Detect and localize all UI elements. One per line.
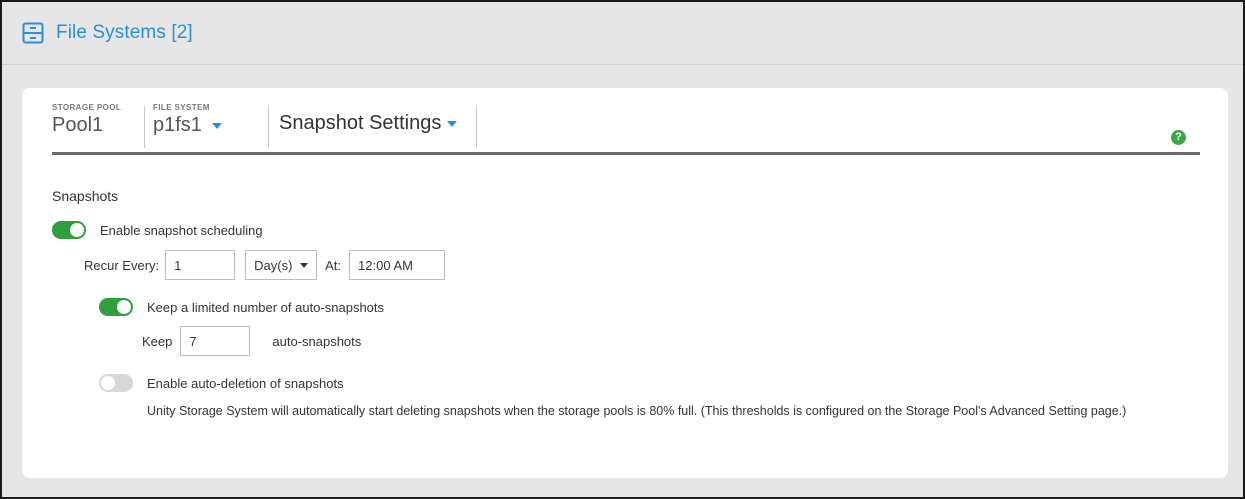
recur-unit-value: Day(s) — [254, 257, 293, 273]
time-value: 12:00 AM — [358, 257, 413, 273]
page-title: File Systems [2] — [56, 22, 193, 43]
recur-every-value: 1 — [174, 257, 182, 273]
help-question-icon[interactable]: ? — [1171, 130, 1186, 145]
app-frame: File Systems [2] STORAGE POOL Pool1 FILE… — [0, 0, 1245, 499]
storage-pool-value: Pool1 — [52, 114, 104, 136]
file-system-value: p1fs1 — [153, 114, 202, 136]
breadcrumb-file-system[interactable]: FILE SYSTEM p1fs1 — [153, 100, 263, 144]
enable-scheduling-label: Enable snapshot scheduling — [100, 222, 263, 238]
keep-limited-toggle[interactable] — [99, 298, 133, 316]
view-selector[interactable]: Snapshot Settings — [279, 100, 489, 144]
enable-scheduling-toggle[interactable] — [52, 221, 86, 239]
toggle-knob — [101, 376, 115, 390]
file-system-icon — [22, 22, 44, 44]
keep-label: Keep — [142, 333, 173, 349]
snapshots-section-title: Snapshots — [52, 188, 119, 204]
breadcrumb-divider — [144, 106, 145, 148]
auto-delete-note: Unity Storage System will automatically … — [147, 404, 1127, 418]
view-dropdown[interactable]: Snapshot Settings — [279, 112, 458, 135]
keep-limited-row: Keep a limited number of auto-snapshots — [99, 298, 384, 316]
auto-delete-row: Enable auto-deletion of snapshots — [99, 374, 344, 392]
chevron-down-icon — [447, 120, 458, 127]
keep-limited-label: Keep a limited number of auto-snapshots — [147, 299, 385, 315]
keep-count-input[interactable]: 7 — [180, 326, 251, 356]
recur-every-input[interactable]: 1 — [165, 250, 236, 280]
recur-unit-select[interactable]: Day(s) — [245, 250, 318, 280]
file-system-dropdown[interactable]: p1fs1 — [153, 114, 222, 137]
toggle-knob — [117, 300, 131, 314]
auto-delete-label: Enable auto-deletion of snapshots — [147, 375, 344, 391]
file-system-caption: FILE SYSTEM — [153, 103, 210, 112]
page-header: File Systems [2] — [2, 2, 1243, 65]
chevron-down-icon — [211, 122, 222, 129]
view-value: Snapshot Settings — [279, 112, 442, 134]
keep-count-row: Keep 7 auto-snapshots — [142, 326, 361, 356]
auto-delete-toggle[interactable] — [99, 374, 133, 392]
recur-every-row: Recur Every: 1 Day(s) At: 12:00 AM — [84, 250, 446, 280]
chevron-down-icon — [300, 262, 309, 268]
breadcrumb-divider — [476, 106, 477, 148]
storage-pool-caption: STORAGE POOL — [52, 103, 122, 112]
breadcrumb-divider — [268, 106, 269, 148]
time-input[interactable]: 12:00 AM — [349, 250, 446, 280]
breadcrumb-storage-pool[interactable]: STORAGE POOL Pool1 — [52, 100, 144, 144]
enable-scheduling-row: Enable snapshot scheduling — [52, 221, 263, 239]
breadcrumb: STORAGE POOL Pool1 FILE SYSTEM p1fs1 Sna… — [52, 100, 1200, 155]
snapshot-settings-card: STORAGE POOL Pool1 FILE SYSTEM p1fs1 Sna… — [22, 88, 1228, 478]
keep-count-value: 7 — [189, 333, 197, 349]
at-label: At: — [325, 257, 342, 273]
recur-every-label: Recur Every: — [84, 257, 160, 273]
toggle-knob — [70, 223, 84, 237]
keep-suffix-label: auto-snapshots — [272, 333, 362, 349]
